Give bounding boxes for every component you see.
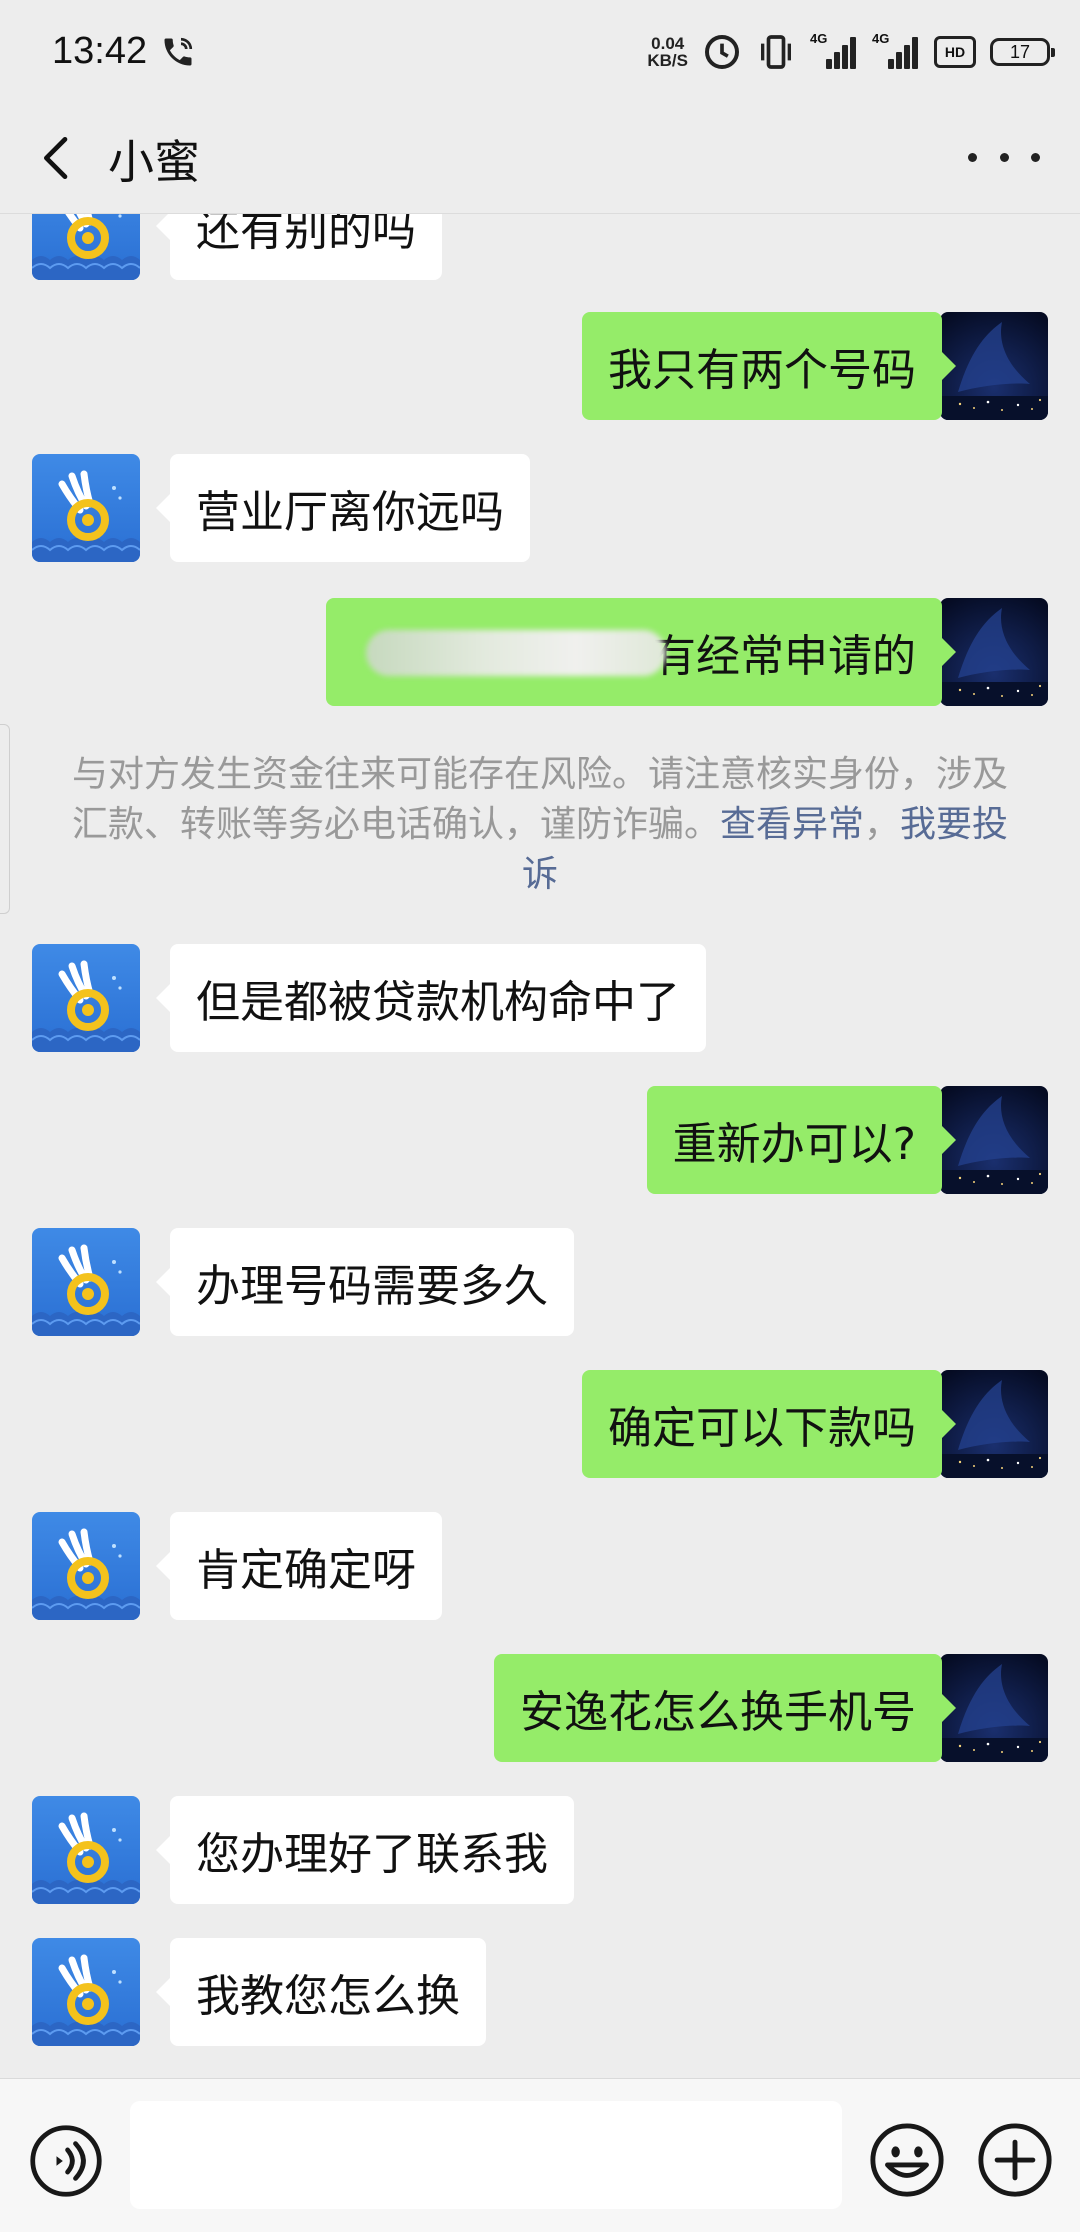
message-received: 办理号码需要多久 xyxy=(0,1228,1080,1338)
message-bubble[interactable]: 重新办可以? xyxy=(646,1086,957,1194)
avatar[interactable] xyxy=(32,1512,140,1620)
signal-icon: 4G xyxy=(872,31,920,69)
notice-separator: ， xyxy=(864,804,901,845)
chat-messages[interactable]: 还有别的吗 我只有两个号码 营业厅离你远吗 有经常申请的 与对方发生资金往来可能… xyxy=(0,214,1080,2078)
message-sent: 我只有两个号码 xyxy=(0,312,1080,422)
message-bubble[interactable]: 营业厅离你远吗 xyxy=(156,454,530,562)
message-bubble[interactable]: 安逸花怎么换手机号 xyxy=(494,1654,956,1762)
signal-tag: 4G xyxy=(872,31,890,46)
avatar[interactable] xyxy=(32,1796,140,1904)
alarm-icon xyxy=(705,35,739,69)
message-bubble[interactable]: 有经常申请的 xyxy=(326,598,956,706)
vibrate-icon xyxy=(761,35,791,69)
avatar[interactable] xyxy=(940,1370,1048,1478)
message-received: 还有别的吗 xyxy=(0,214,1080,282)
message-received: 您办理好了联系我 xyxy=(0,1796,1080,1906)
message-bubble[interactable]: 我教您怎么换 xyxy=(156,1938,486,2046)
message-received: 我教您怎么换 xyxy=(0,1938,1080,2048)
message-bubble[interactable]: 您办理好了联系我 xyxy=(156,1796,574,1904)
message-bubble[interactable]: 我只有两个号码 xyxy=(582,312,956,420)
message-bubble[interactable]: 还有别的吗 xyxy=(156,214,442,280)
view-exception-link[interactable]: 查看异常 xyxy=(720,804,864,845)
avatar[interactable] xyxy=(940,1086,1048,1194)
message-sent: 重新办可以? xyxy=(0,1086,1080,1196)
phone-call-icon xyxy=(164,37,193,66)
avatar[interactable] xyxy=(940,598,1048,706)
message-text: 有经常申请的 xyxy=(652,631,916,682)
message-received: 但是都被贷款机构命中了 xyxy=(0,944,1080,1054)
signal-icon: 4G xyxy=(810,31,858,69)
status-time: 13:42 xyxy=(52,30,148,72)
avatar[interactable] xyxy=(940,312,1048,420)
page-title: 小蜜 xyxy=(108,135,200,189)
hd-icon: HD xyxy=(934,36,976,68)
net-speed-unit: KB/S xyxy=(647,51,688,70)
status-bar: 13:42 0.04 KB/S 4G 4G HD 17 xyxy=(0,0,1080,104)
message-bubble[interactable]: 办理号码需要多久 xyxy=(156,1228,574,1336)
chat-header: 小蜜 xyxy=(0,104,1080,214)
message-bubble[interactable]: 但是都被贷款机构命中了 xyxy=(156,944,706,1052)
emoji-icon[interactable] xyxy=(868,2121,946,2199)
net-speed-value: 0.04 xyxy=(651,34,685,53)
net-speed: 0.04 KB/S xyxy=(647,35,688,69)
status-icons: 0.04 KB/S 4G 4G HD 17 xyxy=(647,30,1055,74)
battery-icon: 17 xyxy=(990,38,1055,66)
risk-notice: 与对方发生资金往来可能存在风险。请注意核实身份，涉及汇款、转账等务必电话确认，谨… xyxy=(70,750,1010,900)
voice-icon[interactable] xyxy=(28,2123,104,2199)
avatar[interactable] xyxy=(32,1938,140,2046)
avatar[interactable] xyxy=(32,944,140,1052)
message-bubble[interactable]: 确定可以下款吗 xyxy=(582,1370,956,1478)
message-received: 营业厅离你远吗 xyxy=(0,454,1080,564)
message-input[interactable] xyxy=(130,2101,842,2209)
plus-icon[interactable] xyxy=(976,2121,1054,2199)
avatar[interactable] xyxy=(32,454,140,562)
message-sent: 确定可以下款吗 xyxy=(0,1370,1080,1480)
blurred-redaction xyxy=(366,630,666,676)
message-sent: 有经常申请的 xyxy=(0,598,1080,708)
message-received: 肯定确定呀 xyxy=(0,1512,1080,1622)
avatar[interactable] xyxy=(940,1654,1048,1762)
side-drawer-handle[interactable] xyxy=(0,724,10,914)
message-sent: 安逸花怎么换手机号 xyxy=(0,1654,1080,1764)
avatar[interactable] xyxy=(32,214,140,280)
chevron-left-icon[interactable] xyxy=(30,130,86,186)
avatar[interactable] xyxy=(32,1228,140,1336)
signal-tag: 4G xyxy=(810,31,828,46)
more-dots-icon[interactable] xyxy=(968,142,1040,172)
message-bubble[interactable]: 肯定确定呀 xyxy=(156,1512,442,1620)
input-bar xyxy=(0,2078,1080,2232)
battery-level: 17 xyxy=(1009,41,1031,62)
